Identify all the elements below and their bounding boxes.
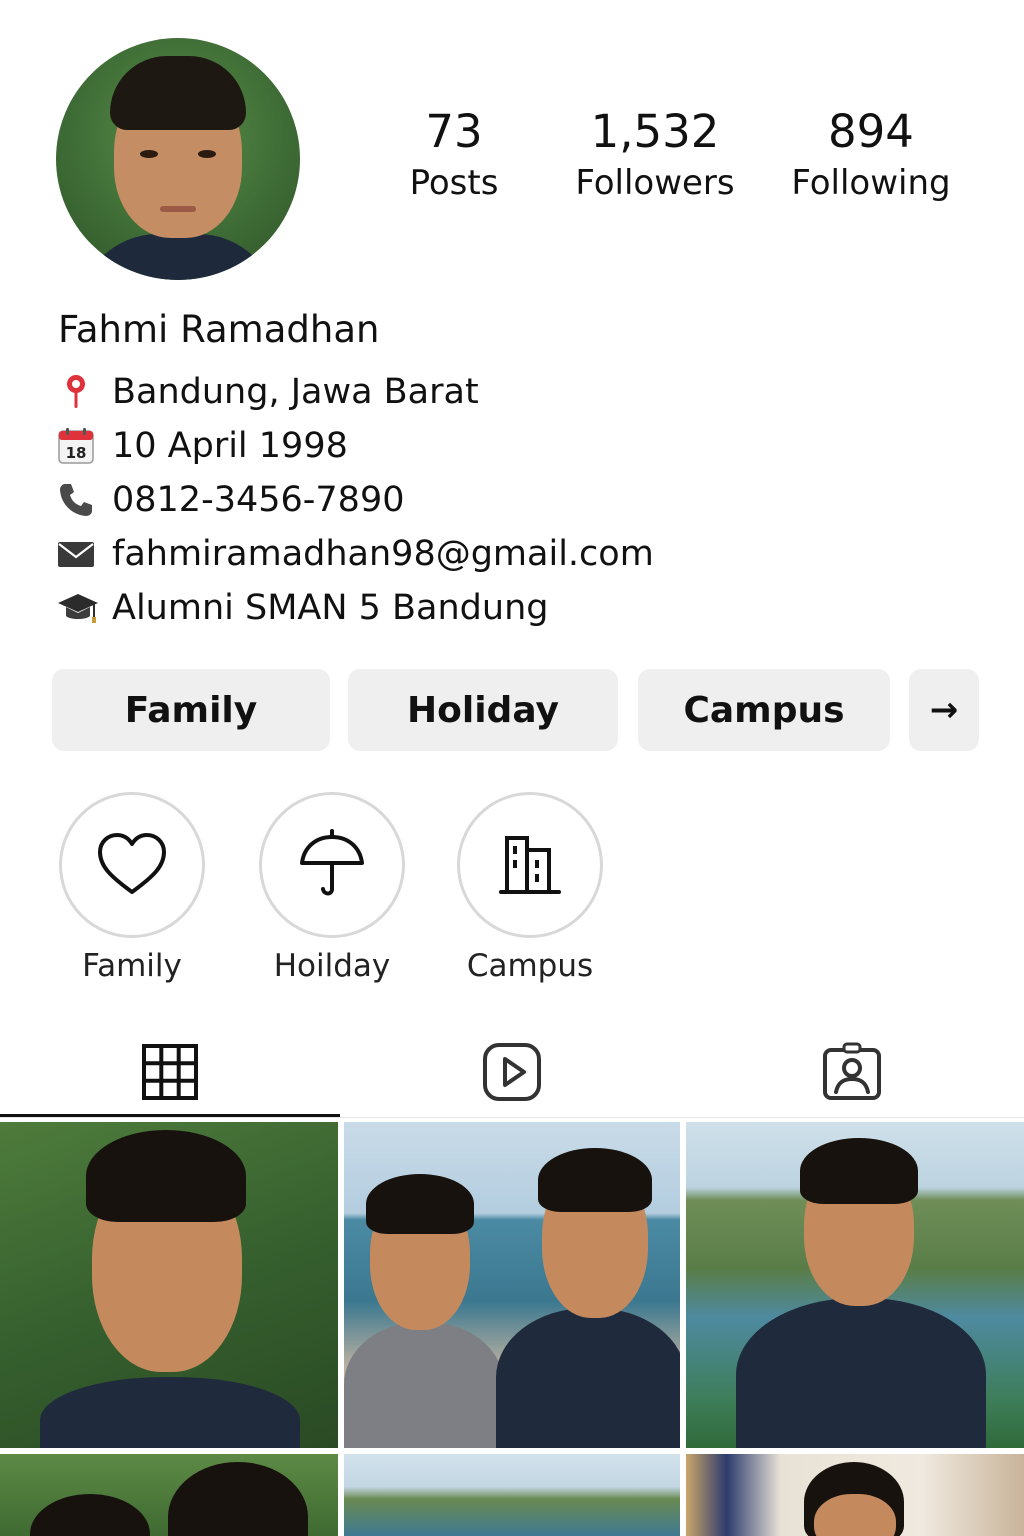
posts-count: 73 [425,105,483,158]
posts-stat[interactable]: 73 Posts [384,104,524,206]
grid-icon [142,1044,198,1100]
education-text: Alumni SMAN 5 Bandung [112,588,549,628]
email-text: fahmiramadhan98@gmail.com [112,534,654,574]
tab-divider [0,1117,1024,1118]
avatar-hair [110,56,246,130]
highlight-label: Campus [466,948,594,984]
bio-education: Alumni SMAN 5 Bandung [56,585,548,631]
heart-icon [98,833,166,894]
avatar-shirt [78,234,278,280]
calendar-day: 18 [66,444,87,462]
arrow-right-button[interactable]: → [909,669,979,751]
post-thumbnail-3[interactable] [686,1122,1024,1448]
post-thumbnail-6[interactable] [686,1454,1024,1536]
tab-posts-grid[interactable] [0,1030,340,1114]
profile-name: Fahmi Ramadhan [58,308,380,351]
phone-text: 0812-3456-7890 [112,480,405,520]
avatar-eye-right [198,150,216,158]
building-icon [499,836,561,894]
avatar-eye-left [140,150,158,158]
graduation-cap-icon [56,588,100,628]
tab-tagged[interactable] [682,1030,1022,1114]
tagged-person-icon [823,1042,881,1100]
highlight-ring [59,792,205,938]
campus-button[interactable]: Campus [638,669,890,751]
bio-birthday: 18 10 April 1998 [56,423,348,469]
family-button[interactable]: Family [52,669,330,751]
highlight-family[interactable]: Family [58,792,206,984]
birthday-text: 10 April 1998 [112,426,348,466]
followers-label: Followers [575,163,735,203]
highlight-label: Hoilday [273,948,391,984]
post-thumbnail-2[interactable] [344,1122,680,1448]
followers-stat[interactable]: 1,532 Followers [564,104,746,206]
post-thumbnail-4[interactable] [0,1454,338,1536]
calendar-icon: 18 [56,426,100,466]
highlight-label: Family [82,948,182,984]
following-label: Following [791,163,951,203]
bio-location: Bandung, Jawa Barat [56,369,479,415]
location-text: Bandung, Jawa Barat [112,372,479,412]
location-pin-icon [56,372,100,412]
post-thumbnail-1[interactable] [0,1122,338,1448]
highlight-ring [457,792,603,938]
umbrella-icon [300,829,364,896]
highlight-holiday[interactable]: Hoilday [258,792,406,984]
following-stat[interactable]: 894 Following [780,104,962,206]
envelope-icon [56,534,100,574]
bio-phone[interactable]: 0812-3456-7890 [56,477,404,523]
highlight-campus[interactable]: Campus [456,792,604,984]
highlight-ring [259,792,405,938]
tab-reels[interactable] [342,1030,682,1114]
followers-count: 1,532 [590,105,720,158]
following-count: 894 [828,105,914,158]
posts-label: Posts [409,163,499,203]
profile-avatar[interactable] [56,38,300,280]
bio-email[interactable]: fahmiramadhan98@gmail.com [56,531,654,577]
post-thumbnail-5[interactable] [344,1454,680,1536]
holiday-button[interactable]: Holiday [348,669,618,751]
phone-icon [56,480,100,520]
avatar-mouth [160,206,196,212]
play-icon [483,1043,541,1101]
